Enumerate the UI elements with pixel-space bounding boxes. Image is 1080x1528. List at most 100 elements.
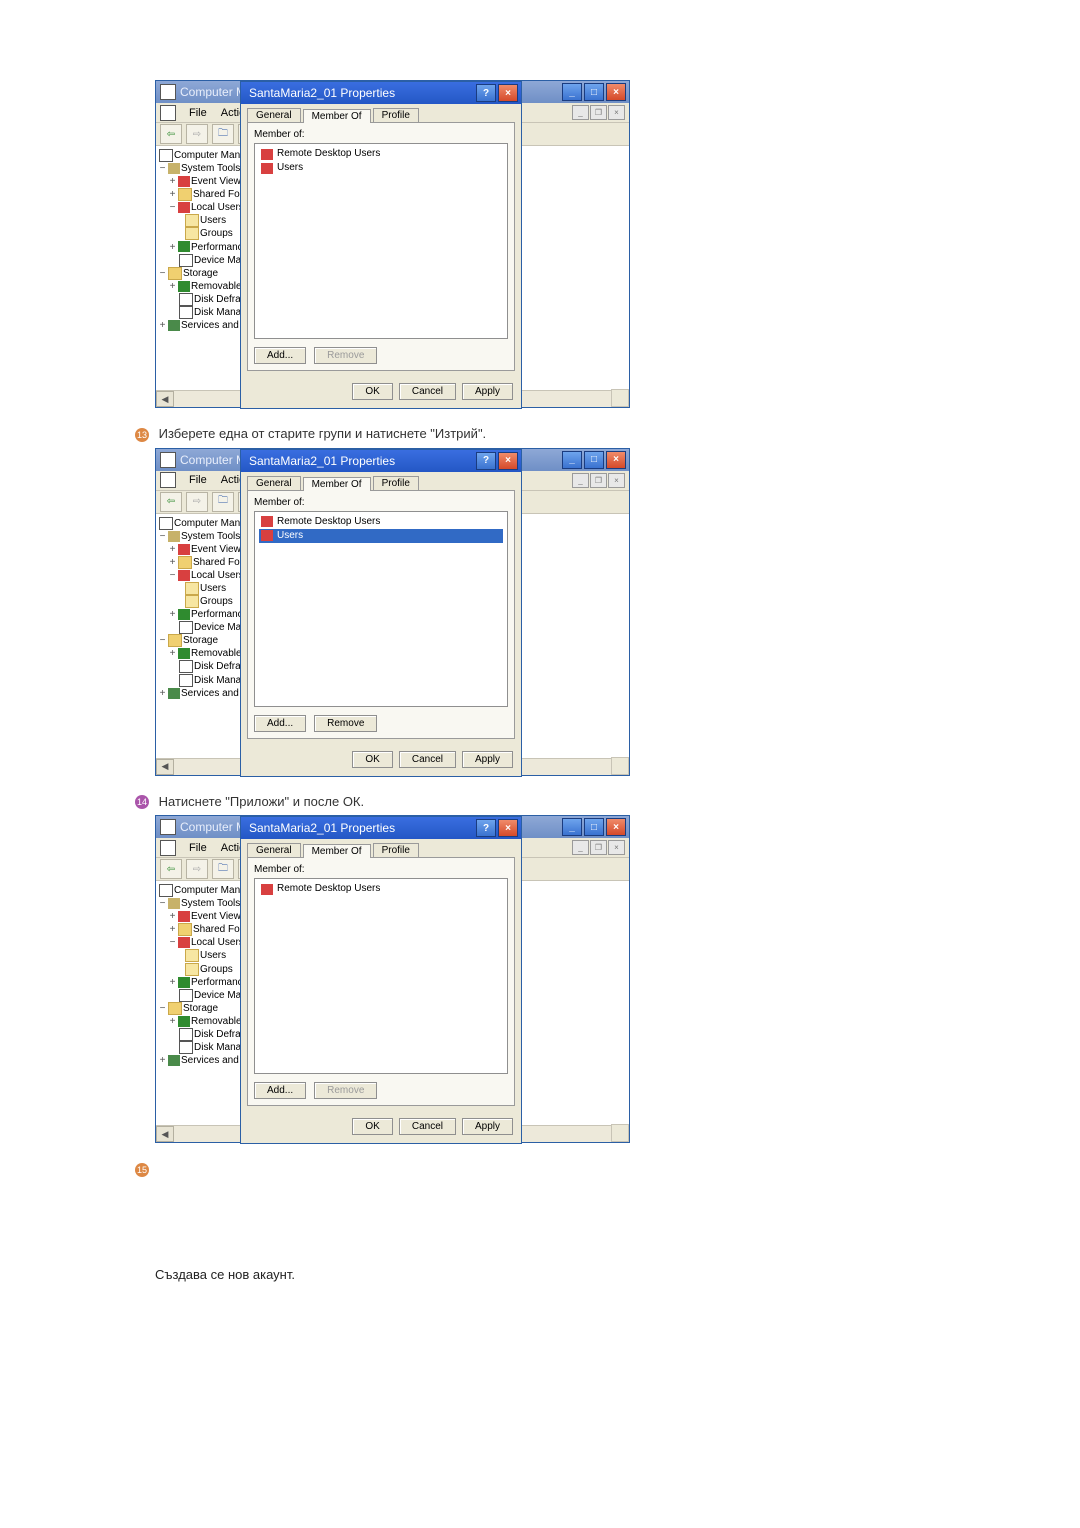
add-button[interactable]: Add... bbox=[254, 347, 306, 364]
apply-button[interactable]: Apply bbox=[462, 1118, 513, 1135]
close-button[interactable]: × bbox=[498, 452, 518, 470]
tree-shared-folders[interactable]: Shared Fol bbox=[193, 189, 242, 200]
mdi-min[interactable]: _ bbox=[572, 473, 589, 488]
tab-member-of[interactable]: Member Of bbox=[303, 477, 371, 491]
tree-disk-management[interactable]: Disk Manag bbox=[194, 307, 242, 318]
tab-general[interactable]: General bbox=[247, 108, 301, 122]
tree-shared-folders[interactable]: Shared Fol bbox=[193, 557, 242, 568]
minimize-button[interactable]: _ bbox=[562, 83, 582, 101]
tree-device-manager[interactable]: Device Man bbox=[194, 255, 242, 266]
tree-users[interactable]: Users bbox=[200, 215, 226, 226]
tree-device-manager[interactable]: Device Man bbox=[194, 622, 242, 633]
tab-member-of[interactable]: Member Of bbox=[303, 844, 371, 858]
tree-services[interactable]: Services and A bbox=[181, 688, 242, 699]
tree-disk-management[interactable]: Disk Manag bbox=[194, 675, 242, 686]
nav-forward-button[interactable]: ⇨ bbox=[186, 492, 208, 512]
tree-system-tools[interactable]: System Tools bbox=[181, 898, 240, 909]
menu-file[interactable]: File bbox=[182, 841, 214, 855]
cancel-button[interactable]: Cancel bbox=[399, 383, 456, 400]
tree-device-manager[interactable]: Device Man bbox=[194, 990, 242, 1001]
mdi-restore[interactable]: ❐ bbox=[590, 105, 607, 120]
resize-grip[interactable] bbox=[611, 389, 629, 407]
tree-root[interactable]: Computer Manager bbox=[174, 150, 242, 161]
member-of-listbox[interactable]: Remote Desktop Users bbox=[254, 878, 508, 1074]
cancel-button[interactable]: Cancel bbox=[399, 1118, 456, 1135]
member-of-listbox[interactable]: Remote Desktop Users Users bbox=[254, 511, 508, 707]
tree-system-tools[interactable]: System Tools bbox=[181, 531, 240, 542]
help-button[interactable]: ? bbox=[476, 84, 496, 102]
close-button[interactable]: × bbox=[606, 451, 626, 469]
tree-groups[interactable]: Groups bbox=[200, 964, 233, 975]
close-button[interactable]: × bbox=[606, 83, 626, 101]
tree-removable[interactable]: Removable bbox=[191, 1016, 242, 1027]
tab-general[interactable]: General bbox=[247, 843, 301, 857]
nav-back-button[interactable]: ⇦ bbox=[160, 859, 182, 879]
resize-grip[interactable] bbox=[611, 1124, 629, 1142]
close-button[interactable]: × bbox=[498, 819, 518, 837]
remove-button[interactable]: Remove bbox=[314, 715, 377, 732]
nav-tree[interactable]: Computer Manager −System Tools +Event Vi… bbox=[156, 147, 242, 407]
resize-grip[interactable] bbox=[611, 757, 629, 775]
nav-up-button[interactable]: 🗀 bbox=[212, 859, 234, 879]
h-scrollbar[interactable]: ◀ bbox=[156, 758, 242, 775]
h-scrollbar[interactable]: ◀ bbox=[156, 1125, 242, 1142]
tree-disk-defrag[interactable]: Disk Defrag bbox=[194, 1029, 242, 1040]
member-of-listbox[interactable]: Remote Desktop Users Users bbox=[254, 143, 508, 339]
tree-shared-folders[interactable]: Shared Fol bbox=[193, 924, 242, 935]
nav-tree[interactable]: Computer Manager −System Tools +Event Vi… bbox=[156, 882, 242, 1142]
tree-local-users[interactable]: Local Users bbox=[191, 570, 242, 581]
tree-event-viewer[interactable]: Event View bbox=[191, 544, 241, 555]
tree-services[interactable]: Services and A bbox=[181, 320, 242, 331]
cancel-button[interactable]: Cancel bbox=[399, 751, 456, 768]
tree-performance[interactable]: Performanc bbox=[191, 242, 242, 253]
tree-root[interactable]: Computer Manager bbox=[174, 885, 242, 896]
tree-groups[interactable]: Groups bbox=[200, 596, 233, 607]
add-button[interactable]: Add... bbox=[254, 1082, 306, 1099]
tree-disk-defrag[interactable]: Disk Defrag bbox=[194, 662, 242, 673]
list-item-selected[interactable]: Users bbox=[259, 529, 503, 543]
tab-general[interactable]: General bbox=[247, 476, 301, 490]
tree-disk-defrag[interactable]: Disk Defrag bbox=[194, 294, 242, 305]
tree-root[interactable]: Computer Manager bbox=[174, 518, 242, 529]
mdi-min[interactable]: _ bbox=[572, 840, 589, 855]
mdi-min[interactable]: _ bbox=[572, 105, 589, 120]
ok-button[interactable]: OK bbox=[352, 383, 392, 400]
nav-up-button[interactable]: 🗀 bbox=[212, 124, 234, 144]
minimize-button[interactable]: _ bbox=[562, 818, 582, 836]
tree-services[interactable]: Services and A bbox=[181, 1055, 242, 1066]
tree-groups[interactable]: Groups bbox=[200, 229, 233, 240]
tree-users[interactable]: Users bbox=[200, 583, 226, 594]
tree-local-users[interactable]: Local Users bbox=[191, 937, 242, 948]
tab-member-of[interactable]: Member Of bbox=[303, 109, 371, 123]
help-button[interactable]: ? bbox=[476, 819, 496, 837]
tree-removable[interactable]: Removable bbox=[191, 648, 242, 659]
list-item[interactable]: Users bbox=[259, 161, 503, 175]
mdi-close[interactable]: × bbox=[608, 105, 625, 120]
nav-forward-button[interactable]: ⇨ bbox=[186, 124, 208, 144]
tree-event-viewer[interactable]: Event View bbox=[191, 176, 241, 187]
nav-up-button[interactable]: 🗀 bbox=[212, 492, 234, 512]
mdi-close[interactable]: × bbox=[608, 473, 625, 488]
list-item[interactable]: Remote Desktop Users bbox=[259, 147, 503, 161]
maximize-button[interactable]: □ bbox=[584, 83, 604, 101]
maximize-button[interactable]: □ bbox=[584, 451, 604, 469]
apply-button[interactable]: Apply bbox=[462, 751, 513, 768]
list-item[interactable]: Remote Desktop Users bbox=[259, 882, 503, 896]
tree-users[interactable]: Users bbox=[200, 951, 226, 962]
tab-profile[interactable]: Profile bbox=[373, 843, 419, 857]
tree-event-viewer[interactable]: Event View bbox=[191, 911, 241, 922]
menu-file[interactable]: File bbox=[182, 106, 214, 120]
add-button[interactable]: Add... bbox=[254, 715, 306, 732]
tree-storage[interactable]: Storage bbox=[183, 268, 218, 279]
list-item[interactable]: Remote Desktop Users bbox=[259, 515, 503, 529]
maximize-button[interactable]: □ bbox=[584, 818, 604, 836]
ok-button[interactable]: OK bbox=[352, 1118, 392, 1135]
tab-profile[interactable]: Profile bbox=[373, 476, 419, 490]
tree-disk-management[interactable]: Disk Manag bbox=[194, 1042, 242, 1053]
nav-tree[interactable]: Computer Manager −System Tools +Event Vi… bbox=[156, 515, 242, 775]
h-scrollbar[interactable]: ◀ bbox=[156, 390, 242, 407]
tab-profile[interactable]: Profile bbox=[373, 108, 419, 122]
nav-forward-button[interactable]: ⇨ bbox=[186, 859, 208, 879]
tree-performance[interactable]: Performanc bbox=[191, 977, 242, 988]
tree-storage[interactable]: Storage bbox=[183, 1003, 218, 1014]
